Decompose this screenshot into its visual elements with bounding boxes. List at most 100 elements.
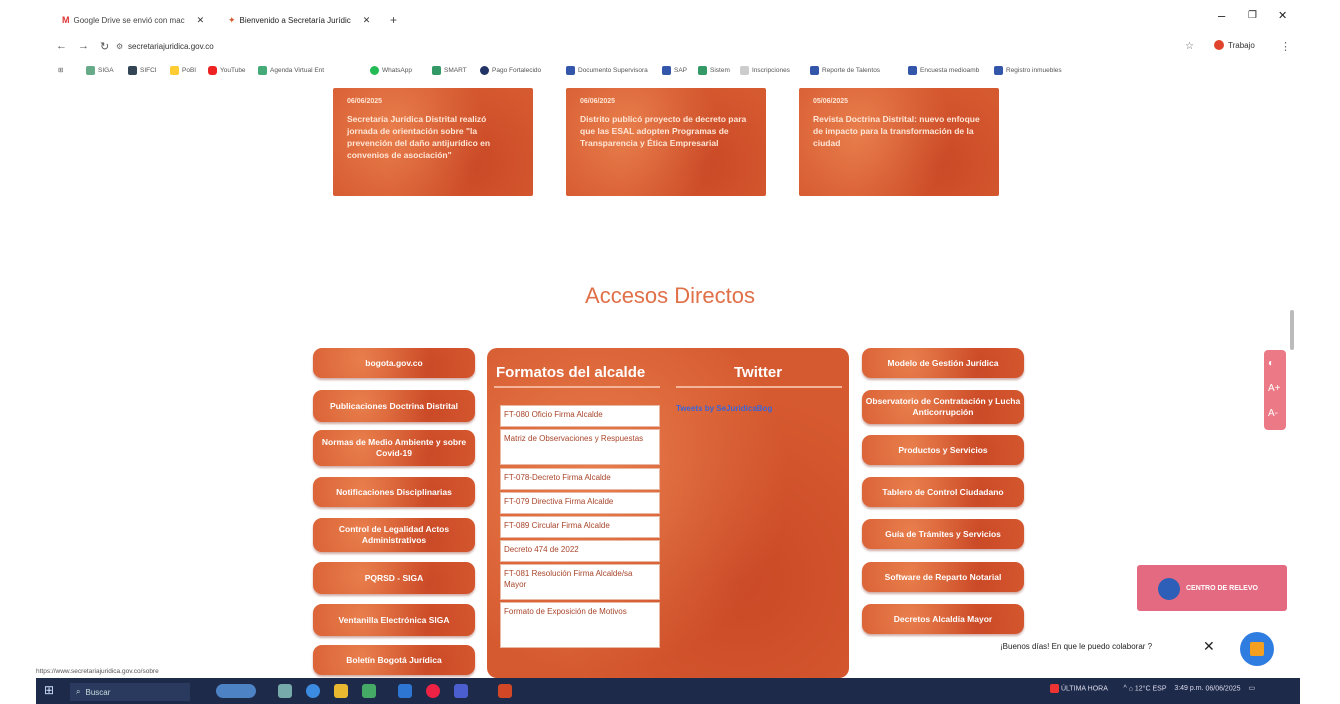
formato-item[interactable]: FT-089 Circular Firma Alcalde bbox=[500, 516, 660, 538]
formato-item[interactable]: Formato de Exposición de Motivos bbox=[500, 602, 660, 648]
font-increase-icon[interactable]: A+ bbox=[1268, 383, 1281, 394]
bookmark-item[interactable]: Inscripciones bbox=[740, 66, 790, 75]
link-normas[interactable]: Normas de Medio Ambiente y sobre Covid-1… bbox=[313, 430, 475, 466]
status-bar-url: https://www.secretariajuridica.gov.co/so… bbox=[36, 668, 159, 675]
bookmark-item[interactable]: SAP bbox=[662, 66, 687, 75]
link-productos[interactable]: Productos y Servicios bbox=[862, 435, 1024, 465]
section-title: Accesos Directos bbox=[585, 283, 755, 308]
link-control-legalidad[interactable]: Control de Legalidad Actos Administrativ… bbox=[313, 518, 475, 552]
tab-secretaria[interactable]: ✦ Bienvenido a Secretaría Jurídic ✕ bbox=[228, 10, 370, 30]
link-tablero[interactable]: Tablero de Control Ciudadano bbox=[862, 477, 1024, 507]
link-software-reparto[interactable]: Software de Reparto Notarial bbox=[862, 562, 1024, 592]
news-card[interactable]: 06/06/2025 Distrito publicó proyecto de … bbox=[566, 88, 766, 196]
tab-gmail[interactable]: M Google Drive se envió con mac ✕ bbox=[62, 10, 204, 30]
bookmark-item[interactable]: Sistem bbox=[698, 66, 730, 75]
chat-close-icon[interactable]: ✕ bbox=[1203, 638, 1215, 655]
forward-icon[interactable]: → bbox=[78, 40, 89, 52]
bookmark-item[interactable]: Pago Fortalecido bbox=[480, 66, 541, 75]
page-scrollbar-thumb[interactable] bbox=[1290, 310, 1294, 350]
link-guia-tramites[interactable]: Guía de Trámites y Servicios bbox=[862, 519, 1024, 549]
minimize-button[interactable]: – bbox=[1218, 8, 1225, 23]
news-text: Secretaría Jurídica Distrital realizó jo… bbox=[347, 114, 491, 160]
bookmark-item[interactable]: Documento Supervisora bbox=[566, 66, 648, 75]
close-tab-icon[interactable]: ✕ bbox=[363, 15, 371, 26]
bookmark-item[interactable]: Reporte de Talentos bbox=[810, 66, 880, 75]
bookmark-item[interactable]: Agenda Virtual Ent bbox=[258, 66, 324, 75]
news-card[interactable]: 06/06/2025 Secretaría Jurídica Distrital… bbox=[333, 88, 533, 196]
bookmark-favicon-icon bbox=[908, 66, 917, 75]
formato-item[interactable]: FT-078-Decreto Firma Alcalde bbox=[500, 468, 660, 490]
chat-launcher-button[interactable] bbox=[1240, 632, 1274, 666]
formato-item[interactable]: FT-080 Oficio Firma Alcalde bbox=[500, 405, 660, 427]
profile-avatar-icon bbox=[1214, 40, 1224, 50]
formato-item[interactable]: FT-079 Directiva Firma Alcalde bbox=[500, 492, 660, 514]
browser-menu-icon[interactable]: ⋮ bbox=[1280, 40, 1291, 53]
bookmark-favicon-icon bbox=[698, 66, 707, 75]
url-field[interactable]: secretariajuridica.gov.co bbox=[128, 42, 214, 51]
link-decretos[interactable]: Decretos Alcaldía Mayor bbox=[862, 604, 1024, 634]
news-card[interactable]: 05/06/2025 Revista Doctrina Distrital: n… bbox=[799, 88, 999, 196]
news-text: Distrito publicó proyecto de decreto par… bbox=[580, 114, 747, 148]
link-modelo-gestion[interactable]: Modelo de Gestión Jurídica bbox=[862, 348, 1024, 378]
site-favicon-icon: ✦ bbox=[228, 14, 236, 25]
link-bogota[interactable]: bogota.gov.co bbox=[313, 348, 475, 378]
formato-item[interactable]: Decreto 474 de 2022 bbox=[500, 540, 660, 562]
site-info-icon[interactable]: ⚙ bbox=[116, 42, 123, 51]
chrome-icon[interactable] bbox=[426, 684, 440, 698]
link-boletin[interactable]: Boletín Bogotá Jurídica bbox=[313, 645, 475, 675]
link-ventanilla[interactable]: Ventanilla Electrónica SIGA bbox=[313, 604, 475, 636]
close-tab-icon[interactable]: ✕ bbox=[197, 15, 205, 26]
bookmark-favicon-icon bbox=[740, 66, 749, 75]
bookmark-item[interactable]: SIFCI bbox=[128, 66, 157, 75]
formato-item[interactable]: Matriz de Observaciones y Respuestas bbox=[500, 429, 660, 465]
news-date: 05/06/2025 bbox=[813, 98, 849, 105]
link-doctrina[interactable]: Publicaciones Doctrina Distrital bbox=[313, 390, 475, 422]
chat-greeting: ¡Buenos días! En que le puedo colaborar … bbox=[1000, 642, 1153, 651]
font-decrease-icon[interactable]: A- bbox=[1268, 408, 1278, 419]
bookmark-favicon-icon bbox=[170, 66, 179, 75]
edge-icon[interactable] bbox=[306, 684, 320, 698]
restore-button[interactable]: ❐ bbox=[1248, 10, 1257, 21]
bookmark-item[interactable]: Encuesta medioamb bbox=[908, 66, 979, 75]
system-tray[interactable]: ÚLTIMA HORA ^ ⌂ 12°C ESP 3:49 p.m. 06/06… bbox=[1050, 684, 1255, 693]
bookmark-favicon-icon bbox=[258, 66, 267, 75]
new-tab-button[interactable]: + bbox=[390, 10, 397, 30]
bookmark-item[interactable]: PoBI bbox=[170, 66, 196, 75]
link-observatorio[interactable]: Observatorio de Contratación y Lucha Ant… bbox=[862, 390, 1024, 424]
taskbar-search[interactable]: ⌕ Buscar bbox=[70, 683, 190, 701]
twitter-title: Twitter bbox=[734, 364, 783, 381]
news-date: 06/06/2025 bbox=[580, 98, 616, 105]
windows-start-icon[interactable]: ⊞ bbox=[44, 683, 54, 697]
formato-item[interactable]: FT-081 Resolución Firma Alcalde/sa Mayor bbox=[500, 564, 660, 600]
apps-grid-icon[interactable]: ⊞ bbox=[58, 66, 63, 74]
link-pqrsd[interactable]: PQRSD - SIGA bbox=[313, 562, 475, 594]
reload-icon[interactable]: ↻ bbox=[100, 40, 109, 53]
bookmark-item[interactable]: SMART bbox=[432, 66, 467, 75]
bookmark-item[interactable]: WhatsApp bbox=[370, 66, 412, 75]
bookmark-item[interactable]: SIGA bbox=[86, 66, 114, 75]
tray-chevron-icon: ^ bbox=[1123, 685, 1127, 693]
contrast-icon[interactable]: ◐ bbox=[1268, 358, 1274, 369]
task-view-icon[interactable] bbox=[278, 684, 292, 698]
twitter-timeline-link[interactable]: Tweets by SeJuridicaBog bbox=[676, 404, 772, 413]
bookmark-favicon-icon bbox=[566, 66, 575, 75]
link-notificaciones[interactable]: Notificaciones Disciplinarias bbox=[313, 477, 475, 507]
close-window-button[interactable]: ✕ bbox=[1278, 9, 1287, 22]
outlook-icon[interactable] bbox=[398, 684, 412, 698]
back-icon[interactable]: ← bbox=[56, 40, 67, 52]
store-icon[interactable] bbox=[362, 684, 376, 698]
bookmark-favicon-icon bbox=[994, 66, 1003, 75]
profile-button[interactable]: Trabajo bbox=[1214, 40, 1255, 50]
file-explorer-icon[interactable] bbox=[334, 684, 348, 698]
network-icon: ⌂ bbox=[1128, 685, 1133, 693]
bookmark-item[interactable]: Registro inmuebles bbox=[994, 66, 1062, 75]
bookmark-favicon-icon bbox=[662, 66, 671, 75]
bookmark-item[interactable]: YouTube bbox=[208, 66, 246, 75]
bookmark-star-icon[interactable]: ☆ bbox=[1185, 41, 1194, 52]
centro-relevo-logo-icon bbox=[1158, 578, 1180, 600]
news-date: 06/06/2025 bbox=[347, 98, 383, 105]
powerpoint-icon[interactable] bbox=[498, 684, 512, 698]
taskbar-widget-icon[interactable] bbox=[216, 684, 256, 698]
whatsapp-icon bbox=[370, 66, 379, 75]
teams-icon[interactable] bbox=[454, 684, 468, 698]
